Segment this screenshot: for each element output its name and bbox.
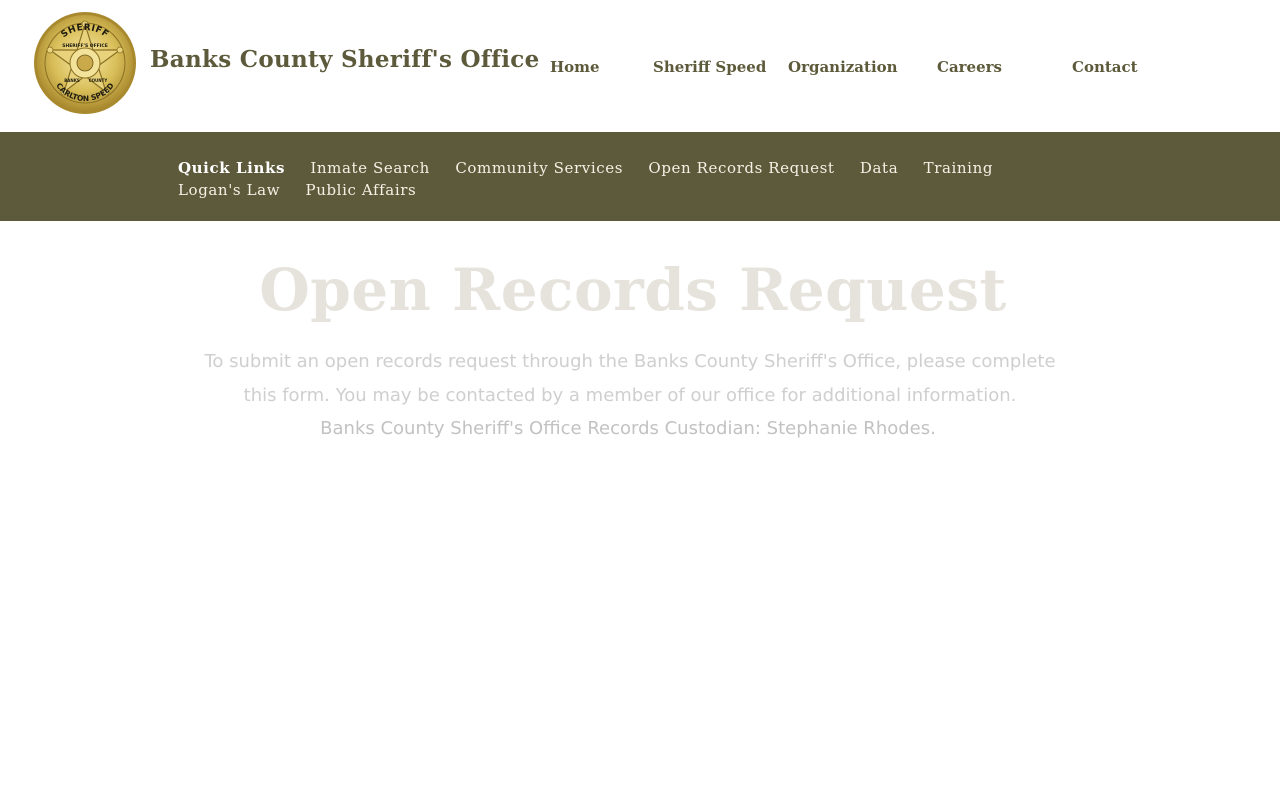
nav-contact[interactable]: Contact	[1072, 58, 1138, 76]
badge-inner-text: SHERIFF'S OFFICE	[62, 43, 108, 49]
quick-links-label: Quick Links	[178, 159, 286, 177]
main-nav: Home Sheriff Speed Organization Careers …	[0, 58, 1280, 80]
quick-link-training[interactable]: Training	[924, 159, 993, 177]
quick-link-community-services[interactable]: Community Services	[455, 159, 623, 177]
records-custodian-text: Banks County Sheriff's Office Records Cu…	[320, 418, 936, 439]
nav-sheriff-speed[interactable]: Sheriff Speed	[653, 58, 766, 76]
quick-links-bar: Quick Links Inmate Search Community Serv…	[0, 132, 1280, 221]
page-title: Open Records Request	[259, 256, 1007, 324]
quick-links-list: Quick Links Inmate Search Community Serv…	[178, 157, 1108, 201]
nav-organization[interactable]: Organization	[788, 58, 898, 76]
quick-link-public-affairs[interactable]: Public Affairs	[306, 181, 417, 199]
nav-home[interactable]: Home	[550, 58, 600, 76]
page: SHERIFF CARLTON SPEED SHERIFF'S OFFICE B…	[0, 0, 1280, 800]
quick-link-data[interactable]: Data	[860, 159, 898, 177]
quick-link-inmate-search[interactable]: Inmate Search	[310, 159, 430, 177]
intro-text: To submit an open records request throug…	[204, 351, 1056, 406]
quick-link-logans-law[interactable]: Logan's Law	[178, 181, 280, 199]
quick-link-open-records-request[interactable]: Open Records Request	[648, 159, 834, 177]
nav-careers[interactable]: Careers	[937, 58, 1002, 76]
site-header: SHERIFF CARLTON SPEED SHERIFF'S OFFICE B…	[0, 0, 1280, 132]
